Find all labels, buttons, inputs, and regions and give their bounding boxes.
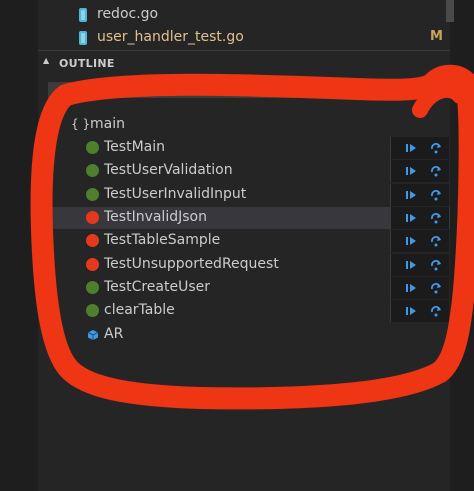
test-pass-icon bbox=[86, 304, 99, 317]
outline-section-header[interactable]: ▲ OUTLINE bbox=[38, 50, 450, 75]
outline-item-label: TestTableSample bbox=[104, 232, 221, 248]
debug-test-icon[interactable] bbox=[429, 304, 443, 318]
panel-scrollbar-thumb[interactable] bbox=[446, 0, 454, 22]
outline-item-label: TestCreateUser bbox=[104, 279, 210, 295]
outline-item-test-user-validation[interactable]: TestUserValidation bbox=[38, 160, 450, 182]
run-test-icon[interactable] bbox=[404, 258, 418, 272]
outline-filter-input[interactable] bbox=[48, 82, 446, 98]
outline-item-test-create-user[interactable]: TestCreateUser bbox=[38, 277, 450, 299]
debug-test-icon[interactable] bbox=[429, 211, 443, 225]
git-status-badge: M bbox=[430, 29, 443, 44]
debug-test-icon[interactable] bbox=[429, 188, 443, 202]
debug-test-icon[interactable] bbox=[429, 234, 443, 248]
test-fail-icon bbox=[86, 258, 99, 271]
outline-item-actions bbox=[390, 300, 449, 322]
outline-item-variable-ar[interactable]: AR bbox=[38, 324, 450, 346]
outline-item-test-main[interactable]: TestMain bbox=[38, 137, 450, 159]
debug-test-icon[interactable] bbox=[429, 141, 443, 155]
outline-item-test-table-sample[interactable]: TestTableSample bbox=[38, 230, 450, 252]
editor-scrollbar-track bbox=[450, 0, 474, 491]
outline-item-test-unsupported-request[interactable]: TestUnsupportedRequest bbox=[38, 254, 450, 276]
file-item-user-handler-test[interactable]: user_handler_test.go M bbox=[38, 27, 450, 49]
run-test-icon[interactable] bbox=[404, 188, 418, 202]
outline-item-actions bbox=[390, 230, 449, 252]
test-fail-icon bbox=[86, 211, 99, 224]
explorer-panel: redoc.go user_handler_test.go M ▲ OUTLIN… bbox=[38, 0, 450, 491]
test-pass-icon bbox=[86, 141, 99, 154]
outline-item-actions bbox=[390, 254, 449, 276]
debug-test-icon[interactable] bbox=[429, 258, 443, 272]
outline-item-label: TestMain bbox=[104, 139, 165, 155]
module-braces-icon: { } bbox=[71, 117, 91, 131]
file-item-redoc[interactable]: redoc.go bbox=[38, 4, 450, 26]
go-file-icon bbox=[79, 8, 87, 22]
outline-item-test-user-invalid-input[interactable]: TestUserInvalidInput bbox=[38, 184, 450, 206]
test-fail-icon bbox=[86, 234, 99, 247]
variable-cube-icon bbox=[87, 330, 99, 340]
outline-item-label: AR bbox=[104, 326, 124, 342]
outline-item-actions bbox=[390, 277, 449, 299]
chevron-down-icon: ▲ bbox=[43, 56, 50, 65]
test-pass-icon bbox=[86, 281, 99, 294]
outline-item-actions bbox=[390, 160, 449, 182]
run-test-icon[interactable] bbox=[404, 281, 418, 295]
outline-root-main[interactable]: { } main bbox=[38, 114, 450, 136]
run-test-icon[interactable] bbox=[404, 234, 418, 248]
debug-test-icon[interactable] bbox=[429, 164, 443, 178]
outline-item-label: TestUnsupportedRequest bbox=[104, 256, 279, 272]
file-name: user_handler_test.go bbox=[97, 29, 244, 45]
run-test-icon[interactable] bbox=[404, 164, 418, 178]
outline-item-label: TestUserValidation bbox=[104, 162, 233, 178]
outline-item-test-invalid-json[interactable]: TestInvalidJson bbox=[38, 207, 450, 229]
test-pass-icon bbox=[86, 164, 99, 177]
outline-item-label: clearTable bbox=[104, 302, 175, 318]
test-pass-icon bbox=[86, 188, 99, 201]
file-name: redoc.go bbox=[97, 6, 159, 22]
outline-item-actions bbox=[390, 207, 449, 229]
outline-root-label: main bbox=[90, 116, 125, 132]
outline-title: OUTLINE bbox=[59, 57, 115, 70]
outline-item-label: TestUserInvalidInput bbox=[104, 186, 247, 202]
debug-test-icon[interactable] bbox=[429, 281, 443, 295]
run-test-icon[interactable] bbox=[404, 141, 418, 155]
outline-item-actions bbox=[390, 137, 449, 159]
run-test-icon[interactable] bbox=[404, 304, 418, 318]
run-test-icon[interactable] bbox=[404, 211, 418, 225]
go-file-icon bbox=[79, 31, 87, 45]
outline-item-clear-table[interactable]: clearTable bbox=[38, 300, 450, 322]
outline-item-label: TestInvalidJson bbox=[104, 209, 207, 225]
outline-item-actions bbox=[390, 184, 449, 206]
